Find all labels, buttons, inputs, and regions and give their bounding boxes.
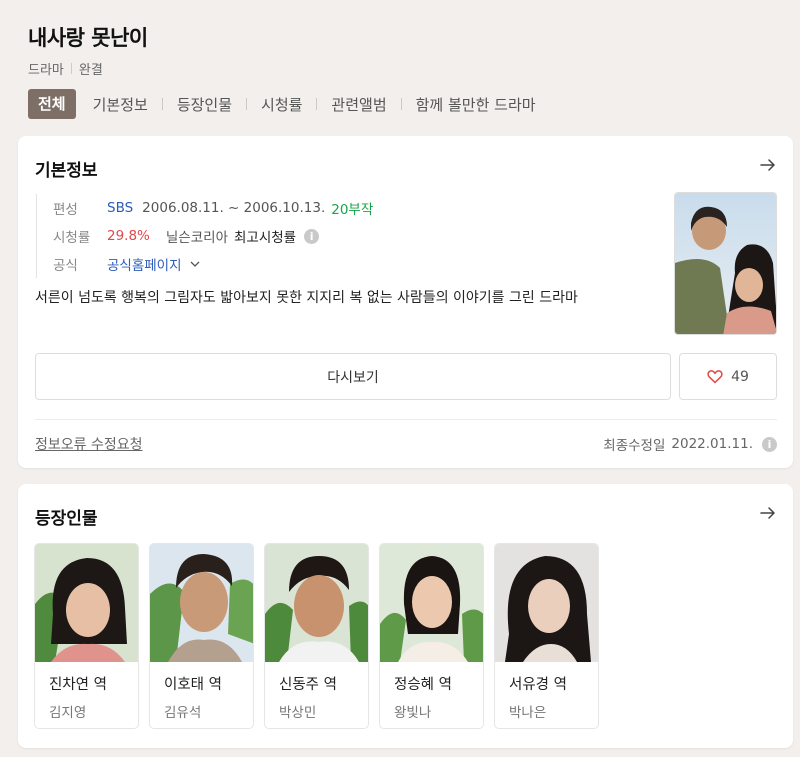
cast-card: 등장인물 진차연 역 김지영 이호태 역 김유석 신동주 역 박상민 정승혜 역… bbox=[18, 484, 793, 748]
updated-label: 최종수정일 bbox=[603, 438, 666, 454]
official-homepage-link[interactable]: 공식홈페이지 bbox=[107, 254, 182, 274]
report-error-link[interactable]: 정보오류 수정요청 bbox=[35, 434, 143, 454]
actor-photo bbox=[380, 544, 483, 662]
basic-info-card: 기본정보 편성 SBS 2006.08.11. ~ 2006.10.13. 20… bbox=[18, 136, 793, 468]
arrow-right-icon[interactable] bbox=[759, 156, 777, 174]
tab-basic-info[interactable]: 기본정보 bbox=[93, 94, 148, 115]
character-name: 진차연 역 bbox=[49, 677, 107, 693]
arrow-right-icon[interactable] bbox=[759, 504, 777, 522]
drama-header: 내사랑 못난이 드라마 완결 전체 기본정보 등장인물 시청률 관련앨범 함께 … bbox=[0, 0, 800, 130]
actor-photo bbox=[265, 544, 368, 662]
tab-ratings[interactable]: 시청률 bbox=[261, 94, 302, 115]
character-name: 신동주 역 bbox=[279, 677, 337, 693]
rating-value: 29.8% bbox=[107, 228, 150, 244]
broadcast-row: 편성 SBS 2006.08.11. ~ 2006.10.13. 20부작 bbox=[53, 194, 373, 222]
drama-poster[interactable] bbox=[674, 192, 777, 335]
official-row: 공식 공식홈페이지 bbox=[53, 250, 373, 278]
drama-description: 서른이 넘도록 행복의 그림자도 밟아보지 못한 지지리 복 없는 사람들의 이… bbox=[35, 290, 578, 306]
status-label: 완결 bbox=[78, 63, 103, 78]
replay-button[interactable]: 다시보기 bbox=[35, 353, 671, 400]
broadcast-label: 편성 bbox=[53, 202, 78, 218]
actor-photo bbox=[495, 544, 598, 662]
tab-divider bbox=[316, 98, 318, 110]
actor-name: 왕빛나 bbox=[394, 705, 432, 721]
character-name: 이호태 역 bbox=[164, 677, 222, 693]
character-name: 서유경 역 bbox=[509, 677, 567, 693]
cast-member-card[interactable]: 정승혜 역 왕빛나 bbox=[379, 543, 484, 729]
tab-divider bbox=[400, 98, 402, 110]
cast-member-card[interactable]: 서유경 역 박나은 bbox=[494, 543, 599, 729]
tab-bar: 전체 기본정보 등장인물 시청률 관련앨범 함께 볼만한 드라마 bbox=[28, 89, 536, 119]
updated-date: 2022.01.11. bbox=[671, 436, 753, 452]
cast-title: 등장인물 bbox=[35, 509, 98, 529]
cast-member-card[interactable]: 신동주 역 박상민 bbox=[264, 543, 369, 729]
channel-link[interactable]: SBS bbox=[107, 200, 133, 216]
info-icon[interactable]: i bbox=[762, 436, 777, 452]
card-divider bbox=[35, 419, 777, 420]
rating-source: 닐슨코리아 bbox=[165, 230, 228, 246]
tab-albums[interactable]: 관련앨범 bbox=[331, 94, 386, 115]
official-label: 공식 bbox=[53, 258, 78, 274]
broadcast-period: 2006.08.11. ~ 2006.10.13. bbox=[142, 200, 326, 216]
last-updated: 최종수정일 2022.01.11. i bbox=[603, 434, 777, 454]
info-list: 편성 SBS 2006.08.11. ~ 2006.10.13. 20부작 시청… bbox=[36, 194, 373, 278]
tab-all[interactable]: 전체 bbox=[28, 89, 76, 119]
page-title: 내사랑 못난이 bbox=[28, 26, 148, 50]
rating-type: 최고시청률 bbox=[234, 230, 297, 246]
actor-name: 김지영 bbox=[49, 705, 87, 721]
actor-photo bbox=[150, 544, 253, 662]
like-count: 49 bbox=[731, 368, 749, 385]
episode-count: 20부작 bbox=[331, 202, 374, 218]
cast-list: 진차연 역 김지영 이호태 역 김유석 신동주 역 박상민 정승혜 역 왕빛나 … bbox=[34, 543, 609, 729]
tab-recommended[interactable]: 함께 볼만한 드라마 bbox=[416, 94, 536, 115]
tab-cast[interactable]: 등장인물 bbox=[177, 94, 232, 115]
like-button[interactable]: 49 bbox=[679, 353, 777, 400]
heart-icon bbox=[707, 370, 723, 384]
genre-label: 드라마 bbox=[28, 63, 64, 78]
rating-label: 시청률 bbox=[53, 230, 91, 246]
actor-name: 박나은 bbox=[509, 705, 547, 721]
info-icon[interactable]: i bbox=[304, 228, 320, 244]
drama-subtitle: 드라마 완결 bbox=[28, 59, 103, 78]
actor-photo bbox=[35, 544, 138, 662]
subtitle-divider bbox=[70, 63, 72, 74]
actor-name: 김유석 bbox=[164, 705, 202, 721]
cast-member-card[interactable]: 진차연 역 김지영 bbox=[34, 543, 139, 729]
cast-member-card[interactable]: 이호태 역 김유석 bbox=[149, 543, 254, 729]
tab-divider bbox=[246, 98, 248, 110]
actor-name: 박상민 bbox=[279, 705, 317, 721]
basic-info-title: 기본정보 bbox=[35, 161, 98, 181]
chevron-down-icon[interactable] bbox=[188, 257, 202, 271]
rating-row: 시청률 29.8% 닐슨코리아 최고시청률 i bbox=[53, 222, 373, 250]
tab-divider bbox=[161, 98, 163, 110]
character-name: 정승혜 역 bbox=[394, 677, 452, 693]
